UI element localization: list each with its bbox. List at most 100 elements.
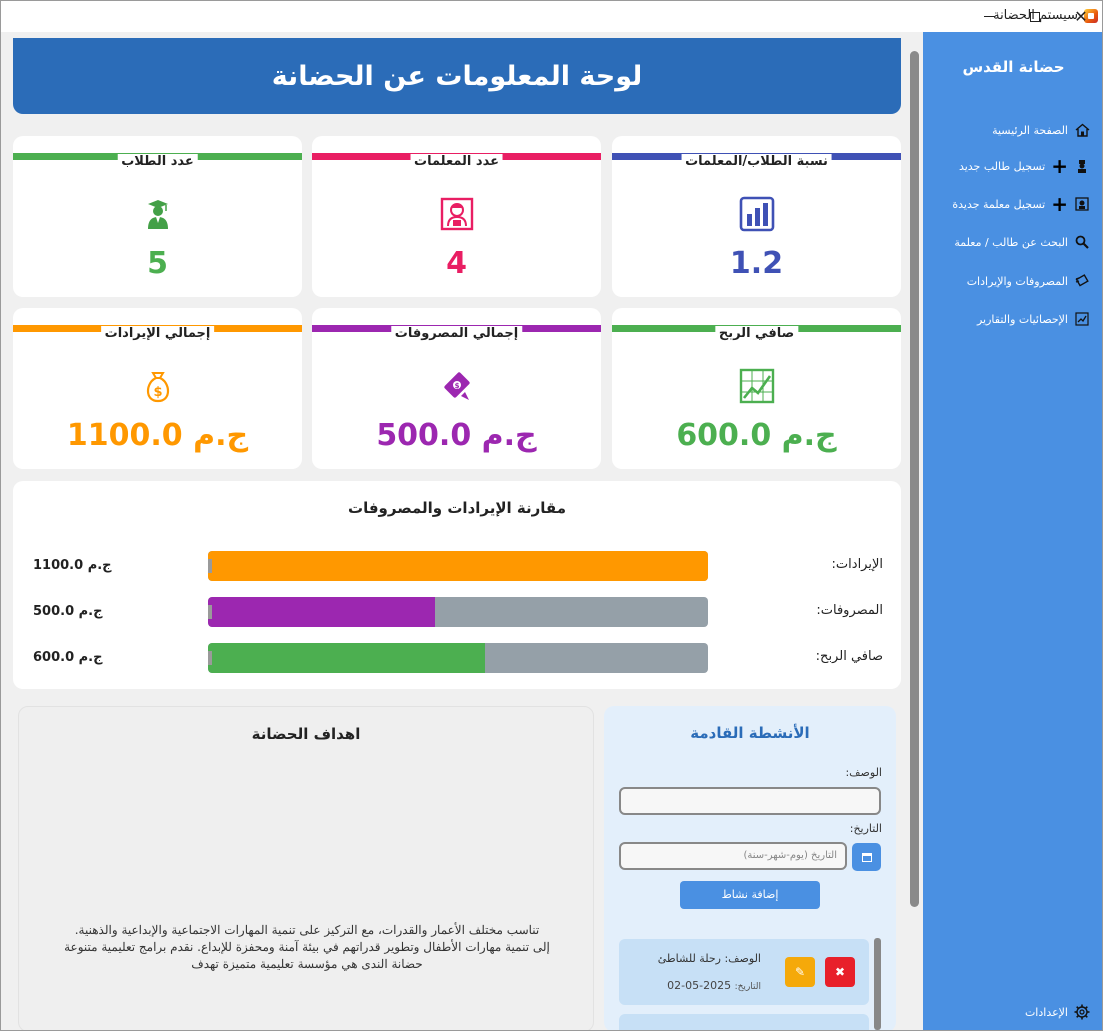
stat-card-ratio: نسبة الطلاب/المعلمات 1.2 [612,136,901,297]
trend-up-icon [739,368,775,404]
edit-button[interactable]: ✎ [785,957,815,987]
app-window: سيستم الحضانة ✕ حضانة القدس الصفحة الرئي… [0,0,1103,1031]
bar-chart-icon [739,196,775,232]
sidebar-item-label: الإعدادات [1024,1005,1068,1019]
goals-line: حضانة الندى هي مؤسسة تعليمية متميزة تهدف [191,957,423,971]
activity-description: الوصف: رحلة للشاطئ [658,952,761,965]
plus-icon: + [1051,192,1068,216]
card-value: 4 [446,246,467,281]
maximize-button[interactable] [1012,1,1058,32]
row-amount: ج.م 1100.0 [33,558,112,573]
activity-item: ✖ ✎ الوصف: رحلة للشاطئ التاريخ: 2025-05-… [619,939,869,1005]
goals-line: تناسب مختلف الأعمار والقدرات، مع التركيز… [74,923,540,937]
card-value: ج.م 600.0 [676,418,837,453]
stat-card-revenue: إجمالي الإيرادات $ ج.م 1100.0 [13,308,302,469]
row-label: الإيرادات: [831,557,883,572]
teacher-icon [439,196,475,232]
bar-marker [208,651,212,665]
card-title: عدد المعلمات [410,154,503,169]
date-label: التاريخ: [849,822,882,835]
card-title: نسبة الطلاب/المعلمات [681,154,832,169]
description-input[interactable] [619,787,881,815]
sidebar-item-reports[interactable]: الإحصائيات والتقارير [977,307,1090,331]
comparison-row-expenses: المصروفات: ج.م 500.0 [13,597,901,627]
money-wings-icon: $ [439,368,475,404]
card-title: صافي الربح [714,326,799,341]
close-button[interactable]: ✕ [1058,1,1102,32]
sidebar-item-finance[interactable]: المصروفات والإيرادات [967,269,1090,293]
chart-icon [1074,311,1090,327]
card-value: 1.2 [729,246,784,281]
stat-card-profit: صافي الربح ج.م 600.0 [612,308,901,469]
activity-date-key: التاريخ: [734,982,761,992]
progress-fill [208,597,436,627]
delete-button[interactable]: ✖ [825,957,855,987]
row-amount: ج.م 600.0 [33,650,103,665]
sidebar: حضانة القدس الصفحة الرئيسية + تسجيل طالب… [923,32,1102,1030]
progress-bar [208,597,708,627]
progress-fill [208,551,708,581]
progress-bar [208,643,708,673]
activity-item [619,1014,869,1030]
activity-desc-value: رحلة للشاطئ [657,952,721,965]
row-label: المصروفات: [816,603,883,618]
close-icon: ✕ [1074,6,1088,26]
description-label: الوصف: [845,766,882,779]
bar-marker [208,605,212,619]
home-icon [1074,122,1090,138]
stat-card-expenses: إجمالي المصروفات $ ج.م 500.0 [312,308,601,469]
goals-title: اهداف الحضانة [251,725,361,743]
svg-text:$: $ [454,382,459,390]
comparison-panel: مقارنة الإيرادات والمصروفات الإيرادات: ج… [13,481,901,689]
sidebar-item-label: الصفحة الرئيسية [992,123,1068,137]
row-amount: ج.م 500.0 [33,604,103,619]
goals-text: تناسب مختلف الأعمار والقدرات، مع التركيز… [49,922,565,973]
stat-card-teachers: عدد المعلمات 4 [312,136,601,297]
calendar-icon [861,852,872,862]
maximize-icon [1030,11,1040,22]
sidebar-item-add-teacher[interactable]: + تسجيل معلمة جديدة [952,192,1090,216]
goals-panel: اهداف الحضانة تناسب مختلف الأعمار والقدر… [18,706,594,1030]
title-bar[interactable]: سيستم الحضانة ✕ [1,1,1102,32]
gear-icon [1074,1004,1090,1020]
sidebar-item-label: تسجيل معلمة جديدة [952,197,1046,211]
sidebar-item-search[interactable]: البحث عن طالب / معلمة [954,230,1090,254]
sidebar-item-label: تسجيل طالب جديد [958,159,1046,173]
dashboard-header: لوحة المعلومات عن الحضانة [13,38,901,114]
stat-card-students: عدد الطلاب 5 [13,136,302,297]
comparison-row-profit: صافي الربح: ج.م 600.0 [13,643,901,673]
comparison-row-revenue: الإيرادات: ج.م 1100.0 [13,551,901,581]
sidebar-item-label: البحث عن طالب / معلمة [954,235,1068,249]
money-bag-icon: $ [140,368,176,404]
money-icon [1074,273,1090,289]
activity-date: التاريخ: 2025-05-02 [667,979,761,992]
sidebar-item-label: الإحصائيات والتقارير [976,312,1068,326]
row-label: صافي الربح: [815,649,883,664]
sidebar-item-add-student[interactable]: + تسجيل طالب جديد [959,154,1090,178]
add-activity-button[interactable]: إضافة نشاط [680,881,820,909]
activities-scrollbar[interactable] [874,938,881,1030]
page-title: لوحة المعلومات عن الحضانة [271,60,643,92]
sidebar-item-home[interactable]: الصفحة الرئيسية [992,118,1090,142]
minimize-icon [983,16,995,17]
main-scrollbar-thumb[interactable] [910,51,919,907]
minimize-button[interactable] [966,1,1012,32]
card-value: 5 [147,246,168,281]
student-icon [140,196,176,232]
sidebar-item-settings[interactable]: الإعدادات [1025,1000,1090,1024]
card-title: إجمالي المصروفات [390,326,523,341]
search-icon [1074,234,1090,250]
calendar-button[interactable] [852,843,881,871]
card-title: عدد الطلاب [117,154,198,169]
sidebar-item-label: المصروفات والإيرادات [966,274,1068,288]
activity-date-value: 2025-05-02 [667,979,732,992]
svg-text:$: $ [153,385,162,400]
date-input[interactable]: التاريخ (يوم-شهر-سنة) [619,842,847,870]
comparison-title: مقارنة الإيرادات والمصروفات [348,499,566,517]
activities-panel: الأنشطة القادمة الوصف: التاريخ: التاريخ … [604,706,896,1030]
goals-line: إلى تنمية مهارات الأطفال وتطوير قدراتهم … [64,940,550,954]
card-value: ج.م 1100.0 [66,418,249,453]
student-icon [1074,158,1090,174]
progress-bar [208,551,708,581]
bar-marker [208,559,212,573]
